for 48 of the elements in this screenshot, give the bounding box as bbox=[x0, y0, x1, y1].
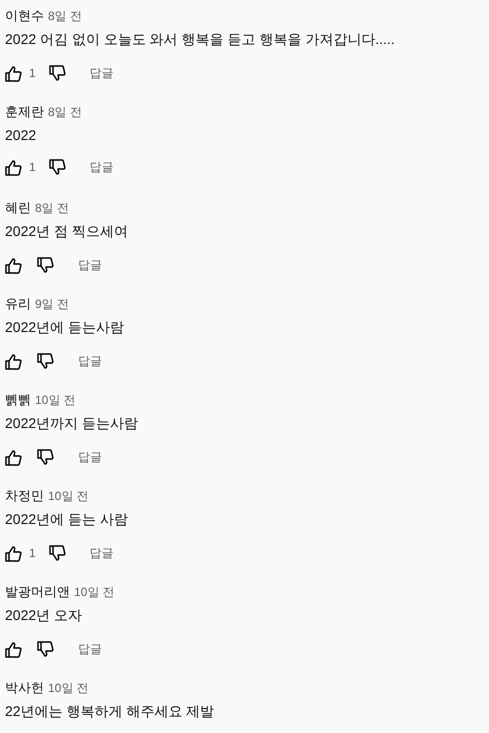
reply-button[interactable]: 답글 bbox=[78, 448, 102, 466]
thumbs-down-icon[interactable] bbox=[37, 640, 54, 658]
comment-text: 2022 bbox=[5, 127, 38, 143]
thumbs-up-icon[interactable] bbox=[5, 256, 22, 274]
comment-text: 2022년에 듣는사람 bbox=[5, 319, 126, 337]
comment-time: 10일 전 bbox=[48, 680, 89, 697]
like-count: 1 bbox=[29, 66, 36, 80]
comment-author[interactable]: 차정민 bbox=[5, 487, 44, 505]
thumbs-up-icon[interactable] bbox=[5, 158, 22, 176]
comment-author[interactable]: 박사헌 bbox=[5, 679, 44, 697]
thumbs-down-icon[interactable] bbox=[48, 158, 66, 176]
thumbs-up-icon[interactable] bbox=[5, 544, 22, 562]
reply-button[interactable]: 답글 bbox=[90, 64, 114, 82]
like-count: 1 bbox=[29, 546, 36, 560]
comment-time: 10일 전 bbox=[74, 584, 115, 601]
comment-author[interactable]: 이현수 bbox=[5, 7, 44, 25]
thumbs-down-icon[interactable] bbox=[37, 352, 54, 370]
thumbs-up-icon[interactable] bbox=[5, 640, 22, 658]
comment-author[interactable]: 혜린 bbox=[5, 199, 31, 217]
comment-time: 10일 전 bbox=[35, 392, 76, 409]
comment-author[interactable]: 뻵뻵 bbox=[5, 391, 31, 409]
comment-author[interactable]: 훈제란 bbox=[5, 103, 44, 121]
comment-author[interactable]: 발광머리앤 bbox=[5, 583, 70, 601]
comment-text: 2022년에 듣는 사람 bbox=[5, 511, 129, 529]
thumbs-down-icon[interactable] bbox=[48, 544, 66, 562]
comment-text: 2022 어김 없이 오늘도 와서 행복을 듣고 행복을 가져갑니다..... bbox=[5, 31, 396, 49]
thumbs-down-icon[interactable] bbox=[37, 256, 54, 274]
comment-time: 8일 전 bbox=[48, 8, 82, 25]
thumbs-up-icon[interactable] bbox=[5, 64, 22, 82]
comment-time: 10일 전 bbox=[48, 488, 89, 505]
thumbs-down-icon[interactable] bbox=[48, 64, 66, 82]
like-count: 1 bbox=[29, 160, 36, 174]
comment-text: 2022년 오자 bbox=[5, 607, 84, 625]
comment-time: 9일 전 bbox=[35, 296, 70, 313]
comment-text: 2022년 점 찍으세여 bbox=[5, 223, 129, 241]
reply-button[interactable]: 답글 bbox=[90, 544, 114, 562]
reply-button[interactable]: 답글 bbox=[78, 640, 102, 658]
thumbs-down-icon[interactable] bbox=[37, 448, 54, 466]
comment-time: 8일 전 bbox=[48, 104, 82, 121]
thumbs-up-icon[interactable] bbox=[5, 448, 22, 466]
comment-text: 22년에는 행복하게 해주세요 제발 bbox=[5, 703, 216, 721]
thumbs-up-icon[interactable] bbox=[5, 352, 22, 370]
comment-author[interactable]: 유리 bbox=[5, 295, 31, 313]
reply-button[interactable]: 답글 bbox=[90, 158, 114, 176]
comment-time: 8일 전 bbox=[35, 200, 70, 217]
comment-text: 2022년까지 듣는사람 bbox=[5, 415, 140, 433]
reply-button[interactable]: 답글 bbox=[78, 256, 102, 274]
reply-button[interactable]: 답글 bbox=[78, 352, 102, 370]
